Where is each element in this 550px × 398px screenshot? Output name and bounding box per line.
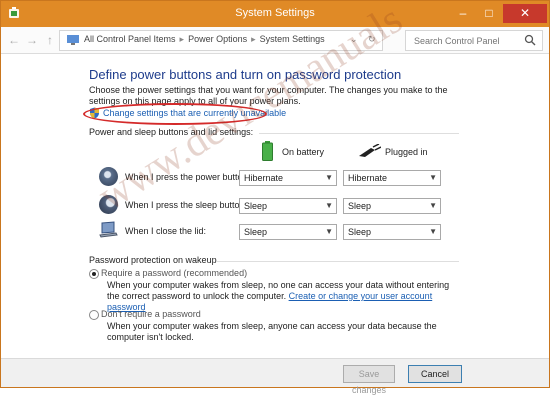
lid-battery-select[interactable]: Sleep ▼ <box>239 224 337 240</box>
select-value: Hibernate <box>348 173 388 183</box>
dont-require-password-radio[interactable] <box>89 310 99 320</box>
search-icon[interactable] <box>524 34 536 46</box>
section-divider <box>216 261 459 262</box>
maximize-button[interactable]: □ <box>477 4 501 23</box>
power-button-plugged-select[interactable]: Hibernate ▼ <box>343 170 441 186</box>
chevron-down-icon: ▼ <box>325 173 333 182</box>
save-changes-button[interactable]: Save changes <box>343 365 395 395</box>
cancel-button[interactable]: Cancel <box>408 365 462 383</box>
back-arrow-icon[interactable]: ← <box>5 31 23 49</box>
column-header-battery: On battery <box>282 147 325 157</box>
battery-icon <box>262 141 273 161</box>
chevron-down-icon: ▼ <box>429 227 437 236</box>
dont-require-password-label[interactable]: Don't require a password <box>101 309 201 319</box>
column-header-plugged: Plugged in <box>385 147 428 157</box>
laptop-lid-icon <box>99 221 118 238</box>
title-bar[interactable]: System Settings – □ ✕ <box>1 1 549 27</box>
chevron-down-icon: ▼ <box>325 201 333 210</box>
lid-plugged-select[interactable]: Sleep ▼ <box>343 224 441 240</box>
select-value: Sleep <box>244 201 268 211</box>
system-settings-window: System Settings – □ ✕ ← → ↑ All Control … <box>0 0 550 395</box>
close-button[interactable]: ✕ <box>503 4 547 23</box>
breadcrumb-separator: ▸ <box>179 34 185 44</box>
power-button-battery-select[interactable]: Hibernate ▼ <box>239 170 337 186</box>
footer-bar: Save changes Cancel <box>1 358 549 395</box>
select-value: Sleep <box>348 227 372 237</box>
select-value: Sleep <box>348 201 372 211</box>
password-section-heading: Password protection on wakeup <box>89 255 217 265</box>
sleep-button-plugged-select[interactable]: Sleep ▼ <box>343 198 441 214</box>
sleep-button-battery-select[interactable]: Sleep ▼ <box>239 198 337 214</box>
dont-require-password-description: When your computer wakes from sleep, any… <box>107 321 437 342</box>
minimize-button[interactable]: – <box>451 4 475 23</box>
chevron-down-icon: ▼ <box>429 173 437 182</box>
plug-icon <box>359 144 381 157</box>
require-password-radio[interactable] <box>89 269 99 279</box>
select-value: Sleep <box>244 227 268 237</box>
require-password-label[interactable]: Require a password (recommended) <box>101 268 247 278</box>
chevron-down-icon: ▼ <box>429 201 437 210</box>
search-box[interactable] <box>405 30 543 51</box>
control-panel-icon <box>67 35 79 45</box>
breadcrumb-separator: ▸ <box>251 34 256 44</box>
select-value: Hibernate <box>244 173 284 183</box>
row-label-close-lid: When I close the lid: <box>125 226 207 236</box>
search-input[interactable] <box>406 32 526 50</box>
up-arrow-icon[interactable]: ↑ <box>41 31 59 49</box>
chevron-down-icon: ▼ <box>325 227 333 236</box>
address-bar: ← → ↑ All Control Panel Items ▸ Power Opti… <box>1 27 549 54</box>
forward-arrow-icon[interactable]: → <box>23 31 41 49</box>
section-divider <box>259 133 459 134</box>
breadcrumb-item[interactable]: Power Options <box>188 34 247 44</box>
breadcrumb-item[interactable]: All Control Panel Items <box>84 34 176 44</box>
